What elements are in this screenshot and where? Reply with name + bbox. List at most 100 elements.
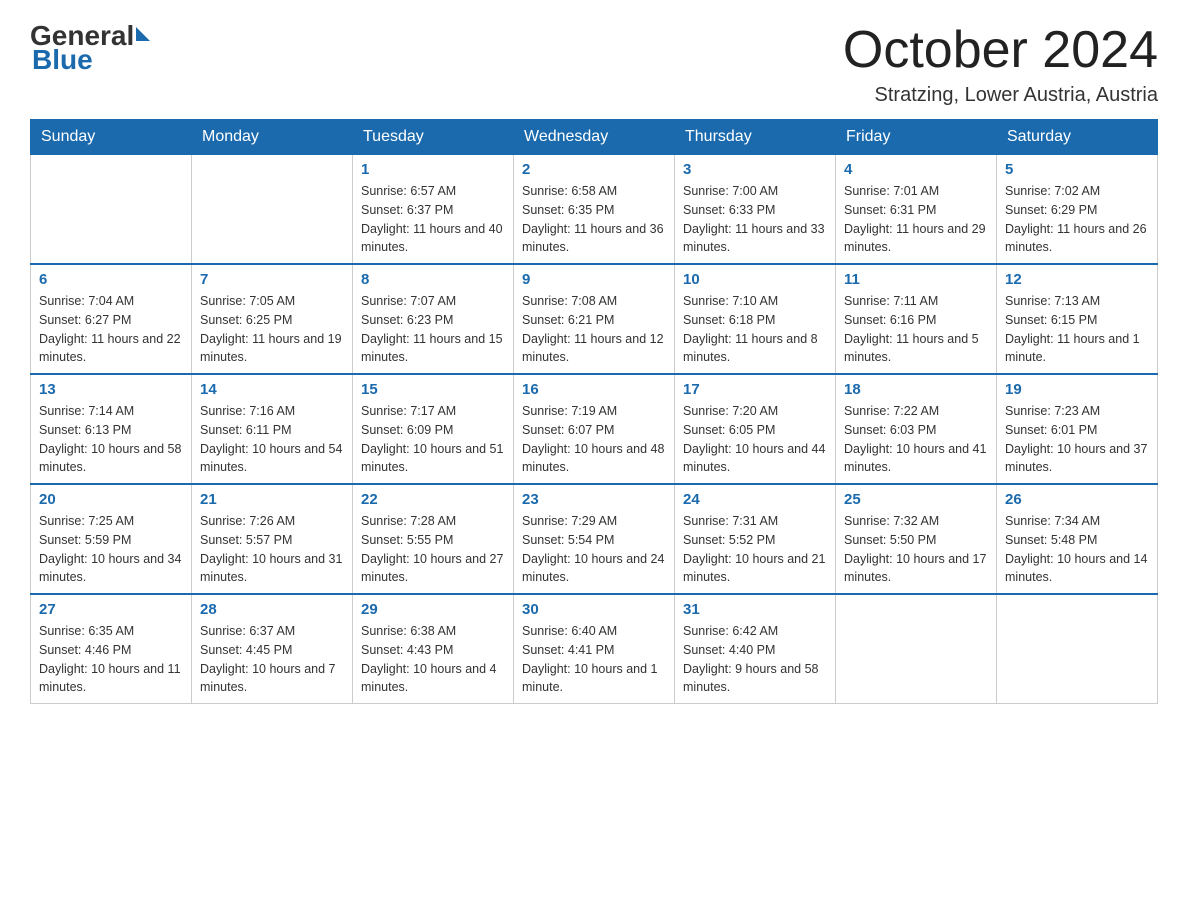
day-info: Sunrise: 6:38 AMSunset: 4:43 PMDaylight:… — [361, 622, 505, 697]
day-number: 24 — [683, 491, 827, 508]
page-header: General Blue October 2024 Stratzing, Low… — [30, 20, 1158, 107]
calendar-cell: 19 Sunrise: 7:23 AMSunset: 6:01 PMDayligh… — [997, 374, 1158, 484]
day-info: Sunrise: 7:07 AMSunset: 6:23 PMDaylight:… — [361, 292, 505, 367]
day-info: Sunrise: 6:35 AMSunset: 4:46 PMDaylight:… — [39, 622, 183, 697]
calendar-week-5: 27 Sunrise: 6:35 AMSunset: 4:46 PMDayligh… — [31, 594, 1158, 704]
day-info: Sunrise: 7:14 AMSunset: 6:13 PMDaylight:… — [39, 402, 183, 477]
calendar-cell: 26 Sunrise: 7:34 AMSunset: 5:48 PMDayligh… — [997, 484, 1158, 594]
calendar-cell: 21Sunrise: 7:26 AMSunset: 5:57 PMDayligh… — [192, 484, 353, 594]
weekday-header-tuesday: Tuesday — [353, 120, 514, 155]
day-number: 28 — [200, 601, 344, 618]
day-info: Sunrise: 7:02 AMSunset: 6:29 PMDaylight:… — [1005, 182, 1149, 257]
day-info: Sunrise: 7:19 AMSunset: 6:07 PMDaylight:… — [522, 402, 666, 477]
day-info: Sunrise: 7:11 AMSunset: 6:16 PMDaylight:… — [844, 292, 988, 367]
calendar-week-4: 20Sunrise: 7:25 AMSunset: 5:59 PMDayligh… — [31, 484, 1158, 594]
logo-arrow-icon — [136, 27, 150, 41]
day-info: Sunrise: 6:42 AMSunset: 4:40 PMDaylight:… — [683, 622, 827, 697]
calendar-cell: 1Sunrise: 6:57 AMSunset: 6:37 PMDaylight… — [353, 155, 514, 265]
calendar-cell: 5 Sunrise: 7:02 AMSunset: 6:29 PMDaylight… — [997, 155, 1158, 265]
day-info: Sunrise: 7:26 AMSunset: 5:57 PMDaylight:… — [200, 512, 344, 587]
calendar-cell: 27 Sunrise: 6:35 AMSunset: 4:46 PMDayligh… — [31, 594, 192, 704]
calendar-cell: 10 Sunrise: 7:10 AMSunset: 6:18 PMDayligh… — [675, 264, 836, 374]
calendar-cell — [31, 155, 192, 265]
calendar-cell: 6Sunrise: 7:04 AMSunset: 6:27 PMDaylight… — [31, 264, 192, 374]
day-number: 11 — [844, 271, 988, 288]
day-number: 18 — [844, 381, 988, 398]
weekday-header-thursday: Thursday — [675, 120, 836, 155]
calendar-cell: 31 Sunrise: 6:42 AMSunset: 4:40 PMDayligh… — [675, 594, 836, 704]
calendar-cell: 4 Sunrise: 7:01 AMSunset: 6:31 PMDaylight… — [836, 155, 997, 265]
calendar-cell: 9Sunrise: 7:08 AMSunset: 6:21 PMDaylight… — [514, 264, 675, 374]
day-number: 13 — [39, 381, 183, 398]
day-number: 8 — [361, 271, 505, 288]
day-info: Sunrise: 7:31 AMSunset: 5:52 PMDaylight:… — [683, 512, 827, 587]
day-number: 22 — [361, 491, 505, 508]
logo: General Blue — [30, 20, 150, 76]
day-number: 20 — [39, 491, 183, 508]
day-number: 27 — [39, 601, 183, 618]
calendar-cell: 2 Sunrise: 6:58 AMSunset: 6:35 PMDaylight… — [514, 155, 675, 265]
day-number: 29 — [361, 601, 505, 618]
day-info: Sunrise: 7:05 AMSunset: 6:25 PMDaylight:… — [200, 292, 344, 367]
calendar-cell: 18 Sunrise: 7:22 AMSunset: 6:03 PMDayligh… — [836, 374, 997, 484]
calendar-cell: 22 Sunrise: 7:28 AMSunset: 5:55 PMDayligh… — [353, 484, 514, 594]
day-info: Sunrise: 7:29 AMSunset: 5:54 PMDaylight:… — [522, 512, 666, 587]
calendar-cell: 15Sunrise: 7:17 AMSunset: 6:09 PMDayligh… — [353, 374, 514, 484]
day-number: 14 — [200, 381, 344, 398]
calendar-cell: 29 Sunrise: 6:38 AMSunset: 4:43 PMDayligh… — [353, 594, 514, 704]
day-info: Sunrise: 7:08 AMSunset: 6:21 PMDaylight:… — [522, 292, 666, 367]
day-number: 4 — [844, 161, 988, 178]
day-info: Sunrise: 7:23 AMSunset: 6:01 PMDaylight:… — [1005, 402, 1149, 477]
day-number: 15 — [361, 381, 505, 398]
day-number: 30 — [522, 601, 666, 618]
day-info: Sunrise: 6:58 AMSunset: 6:35 PMDaylight:… — [522, 182, 666, 257]
day-number: 12 — [1005, 271, 1149, 288]
day-info: Sunrise: 7:20 AMSunset: 6:05 PMDaylight:… — [683, 402, 827, 477]
day-info: Sunrise: 7:22 AMSunset: 6:03 PMDaylight:… — [844, 402, 988, 477]
day-info: Sunrise: 7:10 AMSunset: 6:18 PMDaylight:… — [683, 292, 827, 367]
calendar-cell: 23 Sunrise: 7:29 AMSunset: 5:54 PMDayligh… — [514, 484, 675, 594]
day-info: Sunrise: 7:32 AMSunset: 5:50 PMDaylight:… — [844, 512, 988, 587]
day-info: Sunrise: 7:13 AMSunset: 6:15 PMDaylight:… — [1005, 292, 1149, 367]
day-number: 25 — [844, 491, 988, 508]
day-number: 3 — [683, 161, 827, 178]
calendar-cell — [192, 155, 353, 265]
day-info: Sunrise: 7:00 AMSunset: 6:33 PMDaylight:… — [683, 182, 827, 257]
calendar-cell: 20Sunrise: 7:25 AMSunset: 5:59 PMDayligh… — [31, 484, 192, 594]
day-info: Sunrise: 7:01 AMSunset: 6:31 PMDaylight:… — [844, 182, 988, 257]
day-info: Sunrise: 7:16 AMSunset: 6:11 PMDaylight:… — [200, 402, 344, 477]
day-number: 10 — [683, 271, 827, 288]
calendar-cell: 14 Sunrise: 7:16 AMSunset: 6:11 PMDayligh… — [192, 374, 353, 484]
day-number: 19 — [1005, 381, 1149, 398]
day-number: 16 — [522, 381, 666, 398]
calendar-cell: 3 Sunrise: 7:00 AMSunset: 6:33 PMDaylight… — [675, 155, 836, 265]
calendar-cell — [836, 594, 997, 704]
calendar-table: SundayMondayTuesdayWednesdayThursdayFrid… — [30, 119, 1158, 704]
weekday-header-saturday: Saturday — [997, 120, 1158, 155]
day-number: 7 — [200, 271, 344, 288]
calendar-cell: 24 Sunrise: 7:31 AMSunset: 5:52 PMDayligh… — [675, 484, 836, 594]
calendar-week-1: 1Sunrise: 6:57 AMSunset: 6:37 PMDaylight… — [31, 155, 1158, 265]
calendar-cell: 12 Sunrise: 7:13 AMSunset: 6:15 PMDayligh… — [997, 264, 1158, 374]
day-number: 5 — [1005, 161, 1149, 178]
day-number: 23 — [522, 491, 666, 508]
weekday-header-friday: Friday — [836, 120, 997, 155]
weekday-header-monday: Monday — [192, 120, 353, 155]
calendar-cell: 30Sunrise: 6:40 AMSunset: 4:41 PMDayligh… — [514, 594, 675, 704]
calendar-cell: 16 Sunrise: 7:19 AMSunset: 6:07 PMDayligh… — [514, 374, 675, 484]
day-number: 2 — [522, 161, 666, 178]
weekday-header-row: SundayMondayTuesdayWednesdayThursdayFrid… — [31, 120, 1158, 155]
day-number: 26 — [1005, 491, 1149, 508]
calendar-cell: 8 Sunrise: 7:07 AMSunset: 6:23 PMDaylight… — [353, 264, 514, 374]
calendar-cell — [997, 594, 1158, 704]
calendar-cell: 7 Sunrise: 7:05 AMSunset: 6:25 PMDaylight… — [192, 264, 353, 374]
weekday-header-sunday: Sunday — [31, 120, 192, 155]
location: Stratzing, Lower Austria, Austria — [843, 84, 1158, 107]
calendar-cell: 11 Sunrise: 7:11 AMSunset: 6:16 PMDayligh… — [836, 264, 997, 374]
day-info: Sunrise: 7:34 AMSunset: 5:48 PMDaylight:… — [1005, 512, 1149, 587]
month-title: October 2024 — [843, 20, 1158, 80]
calendar-cell: 28Sunrise: 6:37 AMSunset: 4:45 PMDayligh… — [192, 594, 353, 704]
day-number: 31 — [683, 601, 827, 618]
day-info: Sunrise: 7:28 AMSunset: 5:55 PMDaylight:… — [361, 512, 505, 587]
day-number: 17 — [683, 381, 827, 398]
